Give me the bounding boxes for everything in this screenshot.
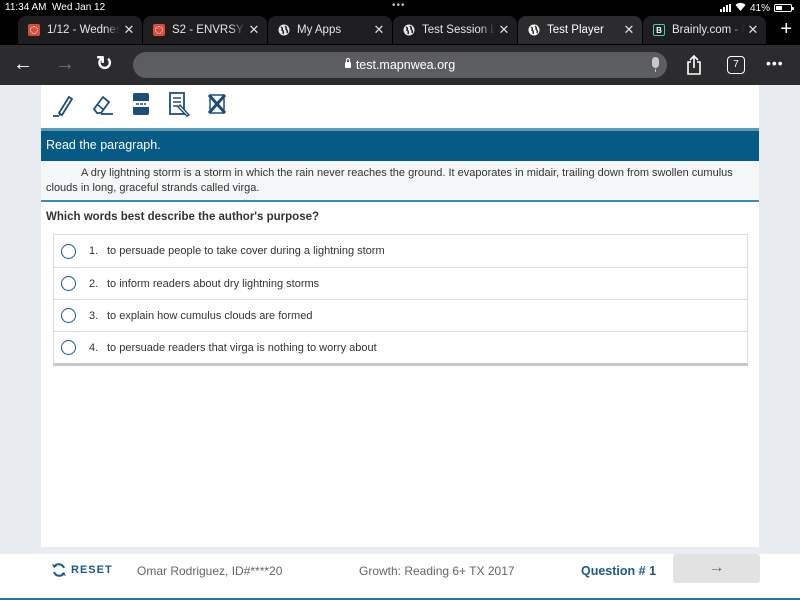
notepad-tool[interactable] xyxy=(160,89,198,119)
radio-button[interactable] xyxy=(61,308,76,323)
radio-button[interactable] xyxy=(61,340,76,355)
choice-text: to persuade people to take cover during … xyxy=(107,245,385,257)
tab-switcher-button[interactable]: 7 xyxy=(727,56,745,74)
globe-icon xyxy=(403,24,415,36)
tools-toolbar xyxy=(46,89,236,119)
close-tab-icon[interactable]: ✕ xyxy=(620,22,638,38)
wifi-icon xyxy=(735,2,746,14)
eraser-tool[interactable] xyxy=(84,89,122,119)
test-footer: RESET Omar Rodriguez, ID#****20 Growth: … xyxy=(0,554,800,600)
browser-tab[interactable]: 1/12 - Wednesday ✕ xyxy=(18,16,142,44)
choice-text: to inform readers about dry lightning st… xyxy=(107,277,320,290)
line-reader-tool[interactable] xyxy=(122,89,160,119)
forward-button[interactable]: → xyxy=(55,53,75,75)
student-info: Omar Rodriguez, ID#****20 xyxy=(137,564,283,578)
browser-tab[interactable]: B Brainly.com - For ✕ xyxy=(643,16,766,44)
close-tab-icon[interactable]: ✕ xyxy=(495,22,513,38)
tab-label: My Apps xyxy=(297,24,342,36)
close-tab-icon[interactable]: ✕ xyxy=(370,22,388,38)
close-tab-icon[interactable]: ✕ xyxy=(744,22,762,38)
microphone-icon[interactable] xyxy=(652,57,659,72)
battery-icon xyxy=(774,4,794,12)
canvas-icon xyxy=(153,24,165,36)
answer-choice-2[interactable]: 2. to inform readers about dry lightning… xyxy=(54,267,747,299)
globe-icon xyxy=(528,24,540,36)
answer-choices: 1. to persuade people to take cover duri… xyxy=(53,234,748,366)
passage: A dry lightning storm is a storm in whic… xyxy=(41,161,759,202)
highlighter-tool[interactable] xyxy=(46,89,84,119)
reset-button[interactable]: RESET xyxy=(51,562,113,578)
brainly-icon: B xyxy=(653,24,665,36)
eraser-icon xyxy=(92,95,113,115)
browser-tab[interactable]: S2 - ENVRSYPI ✕ xyxy=(143,16,267,44)
browser-tab-active[interactable]: Test Player ✕ xyxy=(518,16,642,44)
line-reader-icon xyxy=(133,93,149,115)
reset-label: RESET xyxy=(71,564,113,576)
radio-button[interactable] xyxy=(61,243,76,259)
radio-button[interactable] xyxy=(61,276,76,291)
browser-tab[interactable]: Test Session Login ✕ xyxy=(393,16,517,44)
browser-tab[interactable]: My Apps ✕ xyxy=(268,16,392,44)
choice-number: 3. xyxy=(89,309,99,322)
new-tab-button[interactable]: + xyxy=(780,19,792,39)
answer-eliminator-tool[interactable] xyxy=(198,89,236,119)
answer-choice-3[interactable]: 3. to explain how cumulus clouds are for… xyxy=(54,299,747,331)
browser-toolbar: ← → ↻ test.mapnwea.org 7 ••• xyxy=(0,45,800,85)
test-name: Growth: Reading 6+ TX 2017 xyxy=(359,564,515,578)
tab-label: 1/12 - Wednesday xyxy=(47,24,120,36)
answer-choice-4[interactable]: 4. to persuade readers that virga is not… xyxy=(54,331,747,363)
answer-choice-1[interactable]: 1. to persuade people to take cover duri… xyxy=(54,235,747,267)
lock-icon xyxy=(344,58,351,68)
status-time: 11:34 AM xyxy=(5,2,47,13)
back-button[interactable]: ← xyxy=(13,53,33,75)
instruction-text: Read the paragraph. xyxy=(46,138,161,152)
url-text: test.mapnwea.org xyxy=(355,58,456,72)
multitasking-dots-icon[interactable]: ••• xyxy=(392,0,406,11)
close-tab-icon[interactable]: ✕ xyxy=(245,22,263,38)
question-number: Question # 1 xyxy=(581,564,657,578)
cellular-signal-icon xyxy=(719,4,731,12)
reset-icon xyxy=(52,563,66,577)
canvas-icon xyxy=(28,24,40,36)
choice-text: to explain how cumulus clouds are formed xyxy=(107,309,313,322)
next-question-button[interactable]: → xyxy=(673,554,760,583)
passage-text: A dry lightning storm is a storm in whic… xyxy=(46,167,733,194)
status-bar: 11:34 AM Wed Jan 12 ••• 41% xyxy=(0,0,800,15)
test-content-panel: Read the paragraph. A dry lightning stor… xyxy=(41,85,759,547)
status-date: Wed Jan 12 xyxy=(52,2,106,13)
choice-number: 1. xyxy=(89,245,99,257)
globe-icon xyxy=(278,24,290,36)
close-tab-icon[interactable]: ✕ xyxy=(120,22,138,38)
test-page: Read the paragraph. A dry lightning stor… xyxy=(0,85,800,600)
highlighter-icon xyxy=(53,95,74,117)
battery-percent: 41% xyxy=(749,2,770,14)
share-icon[interactable] xyxy=(686,54,702,75)
answer-eliminator-icon xyxy=(207,94,227,114)
instruction-banner: Read the paragraph. xyxy=(41,128,759,161)
question-stem: Which words best describe the author's p… xyxy=(46,211,320,223)
browser-tab-bar: 1/12 - Wednesday ✕ S2 - ENVRSYPI ✕ My Ap… xyxy=(0,15,800,45)
address-bar[interactable]: test.mapnwea.org xyxy=(133,52,667,78)
tab-label: Brainly.com - For xyxy=(672,24,744,36)
tab-label: Test Player xyxy=(547,24,604,36)
tab-label: Test Session Login xyxy=(422,24,495,36)
choice-number: 2. xyxy=(89,277,99,290)
choice-text: to persuade readers that virga is nothin… xyxy=(107,341,377,354)
reload-button[interactable]: ↻ xyxy=(96,53,113,75)
choice-number: 4. xyxy=(89,341,99,354)
more-menu-icon[interactable]: ••• xyxy=(766,55,784,71)
tab-label: S2 - ENVRSYPI xyxy=(172,24,245,36)
notepad-icon xyxy=(169,92,191,117)
